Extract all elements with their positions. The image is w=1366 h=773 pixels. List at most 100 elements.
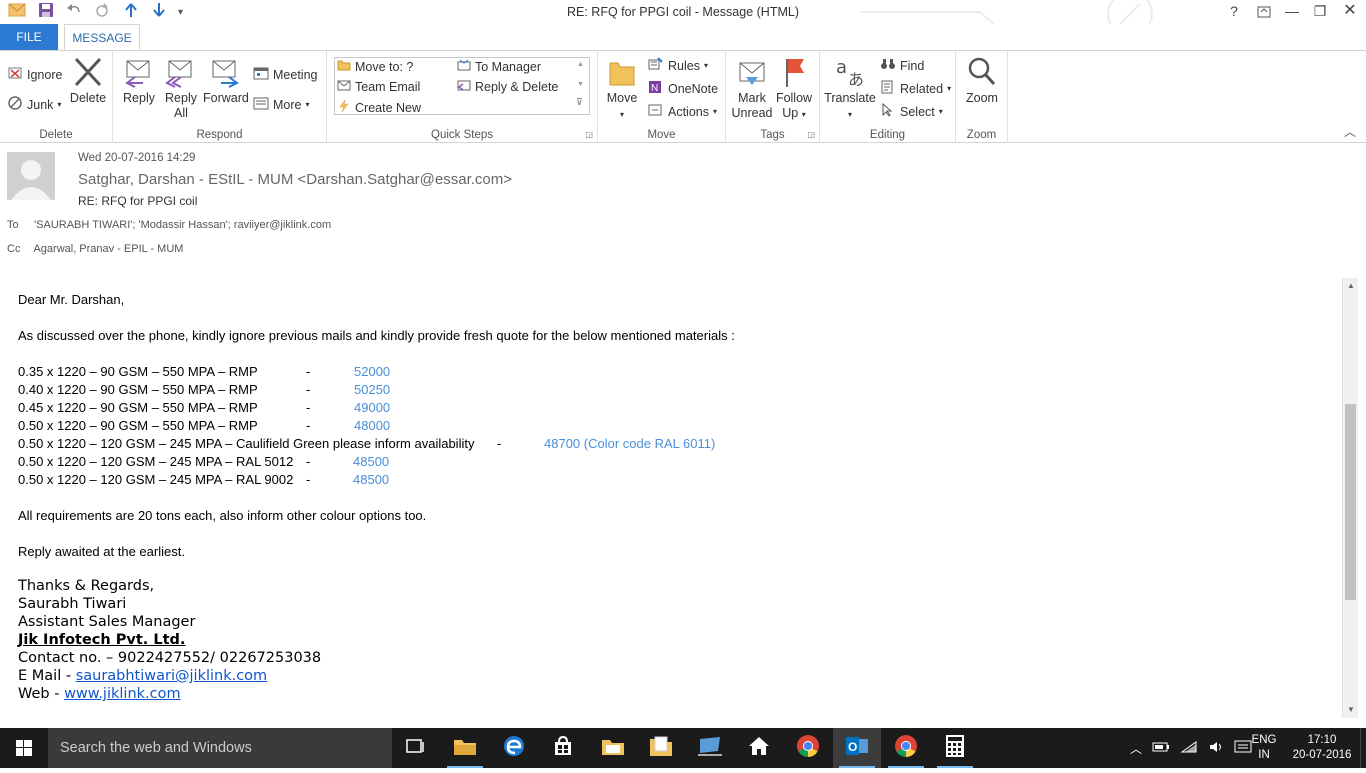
taskbar-documents[interactable] <box>637 728 685 768</box>
taskbar-chrome-2[interactable] <box>882 728 930 768</box>
ignore-button[interactable]: Ignore <box>7 65 62 84</box>
tab-message[interactable]: MESSAGE <box>64 24 140 50</box>
store-icon <box>551 734 575 763</box>
item-price: 48000 <box>354 418 391 433</box>
quickstep-to-manager[interactable]: To Manager <box>457 59 541 74</box>
quickstep-reply-delete[interactable]: Reply & Delete <box>457 79 558 94</box>
quickstep-move-to[interactable]: Move to: ? <box>337 59 413 74</box>
chevron-down-icon: ▾ <box>938 107 943 116</box>
edge-icon <box>502 734 526 763</box>
message-subject: RE: RFQ for PPGI coil <box>78 194 198 208</box>
chevron-down-icon: ▾ <box>57 100 62 109</box>
junk-button[interactable]: Junk ▾ <box>7 95 61 114</box>
item-row: 0.50 x 1220 – 120 GSM – 245 MPA – RAL 50… <box>18 454 389 469</box>
vertical-scrollbar[interactable]: ▲ ▼ <box>1342 278 1358 718</box>
to-recipients[interactable]: 'SAURABH TIWARI'; 'Modassir Hassan'; rav… <box>34 219 331 231</box>
tags-dialog-launcher-icon[interactable]: ◲ <box>807 130 815 139</box>
email-link[interactable]: saurabhtiwari@jiklink.com <box>76 668 268 684</box>
web-link[interactable]: www.jiklink.com <box>64 686 181 702</box>
more-respond-button[interactable]: More ▾ <box>253 95 310 114</box>
start-button[interactable] <box>0 728 48 768</box>
show-hidden-icons-icon[interactable]: ︿ <box>1130 740 1142 757</box>
taskbar-file-manager[interactable] <box>589 728 637 768</box>
battery-icon[interactable] <box>1152 740 1170 757</box>
delete-button[interactable]: Delete <box>68 55 108 106</box>
onenote-icon: N <box>648 80 664 97</box>
clock-date: 20-07-2016 <box>1292 749 1352 761</box>
cc-field: Cc Agarwal, Pranav - EPIL - MUM <box>7 243 183 255</box>
reply-all-button[interactable]: Reply All <box>161 55 201 121</box>
meeting-button[interactable]: Meeting <box>253 65 317 84</box>
zoom-button[interactable]: Zoom <box>962 55 1002 106</box>
action-center-icon[interactable] <box>1234 740 1252 757</box>
scrollbar-thumb[interactable] <box>1345 404 1356 600</box>
more-icon <box>253 95 269 114</box>
forward-icon <box>203 55 247 89</box>
rules-button[interactable]: Rules ▾ <box>648 57 708 74</box>
scroll-up-icon[interactable]: ▲ <box>1345 280 1357 292</box>
item-row: 0.45 x 1220 – 90 GSM – 550 MPA – RMP - 4… <box>18 400 390 415</box>
ribbon-display-options-icon[interactable] <box>1250 0 1278 24</box>
follow-up-button[interactable]: Follow Up ▾ <box>774 55 814 122</box>
minimize-button[interactable]: — <box>1278 0 1306 24</box>
wifi-icon[interactable] <box>1180 740 1198 757</box>
taskbar-file-explorer[interactable] <box>441 728 489 768</box>
respond-group-label: Respond <box>196 129 243 141</box>
lightning-icon <box>337 99 351 116</box>
scroll-down-icon[interactable]: ▼ <box>1345 704 1357 716</box>
taskbar-edge[interactable] <box>490 728 538 768</box>
taskbar-store[interactable] <box>539 728 587 768</box>
to-manager-icon <box>457 59 471 74</box>
message-body[interactable]: Dear Mr. Darshan, As discussed over the … <box>0 278 1342 718</box>
team-email-icon <box>337 79 351 94</box>
chevron-down-icon: ▾ <box>847 110 852 119</box>
restore-button[interactable]: ❐ <box>1306 0 1334 24</box>
quicksteps-scroll-up-icon[interactable]: ▲ <box>577 61 584 68</box>
item-price: 48700 (Color code RAL 6011) <box>544 436 716 451</box>
item-dash: - <box>306 400 311 415</box>
message-sender[interactable]: Satghar, Darshan - EStIL - MUM <Darshan.… <box>78 171 512 188</box>
move-group: Move ▾ Rules ▾ N OneNote Actions ▾ Move <box>598 51 726 143</box>
find-button[interactable]: Find <box>880 57 924 74</box>
quicksteps-group: Move to: ? Team Email Create New To Mana… <box>327 51 598 143</box>
task-view-button[interactable] <box>392 728 440 768</box>
onenote-button[interactable]: N OneNote <box>648 80 718 97</box>
tab-file[interactable]: FILE <box>0 24 58 50</box>
clock[interactable]: 17:10 20-07-2016 <box>1290 728 1354 768</box>
quickstep-create-new[interactable]: Create New <box>337 99 421 116</box>
to-label: To <box>7 219 19 231</box>
help-icon[interactable]: ? <box>1220 0 1248 24</box>
taskbar-chrome-1[interactable] <box>784 728 832 768</box>
show-desktop-button[interactable] <box>1360 728 1366 768</box>
quicksteps-scroll-down-icon[interactable]: ▼ <box>577 81 584 88</box>
taskbar-search-box[interactable]: Search the web and Windows <box>48 728 392 768</box>
taskbar-outlook[interactable]: O <box>833 728 881 768</box>
input-language[interactable]: ENG IN <box>1252 728 1277 768</box>
volume-icon[interactable] <box>1208 740 1224 757</box>
signature-email-line: E Mail - saurabhtiwari@jiklink.com <box>18 668 267 684</box>
close-button[interactable]: ✕ <box>1336 0 1364 24</box>
flag-icon <box>774 55 814 89</box>
cc-recipients[interactable]: Agarwal, Pranav - EPIL - MUM <box>33 243 183 255</box>
taskbar-calculator[interactable] <box>931 728 979 768</box>
taskbar-desktop-app[interactable] <box>686 728 734 768</box>
select-button[interactable]: Select ▾ <box>880 102 943 120</box>
quicksteps-dialog-launcher-icon[interactable]: ◲ <box>585 130 593 139</box>
related-icon <box>880 80 896 97</box>
related-button[interactable]: Related ▾ <box>880 80 951 97</box>
mark-unread-button[interactable]: Mark Unread <box>730 55 774 121</box>
item-dash: - <box>306 418 311 433</box>
collapse-ribbon-icon[interactable]: ︿ <box>1344 123 1356 140</box>
forward-button[interactable]: Forward <box>203 55 249 106</box>
reply-button[interactable]: Reply <box>119 55 159 106</box>
item-dash: - <box>306 382 311 397</box>
item-price: 48500 <box>353 454 390 469</box>
quicksteps-expand-icon[interactable]: ⊽ <box>576 97 583 108</box>
actions-button[interactable]: Actions ▾ <box>648 103 717 120</box>
move-button[interactable]: Move ▾ <box>604 55 640 122</box>
quickstep-team-email[interactable]: Team Email <box>337 79 420 94</box>
translate-button[interactable]: aあ Translate ▾ <box>824 55 876 122</box>
taskbar-home[interactable] <box>735 728 783 768</box>
home-icon <box>747 735 771 762</box>
svg-text:O: O <box>848 740 857 754</box>
